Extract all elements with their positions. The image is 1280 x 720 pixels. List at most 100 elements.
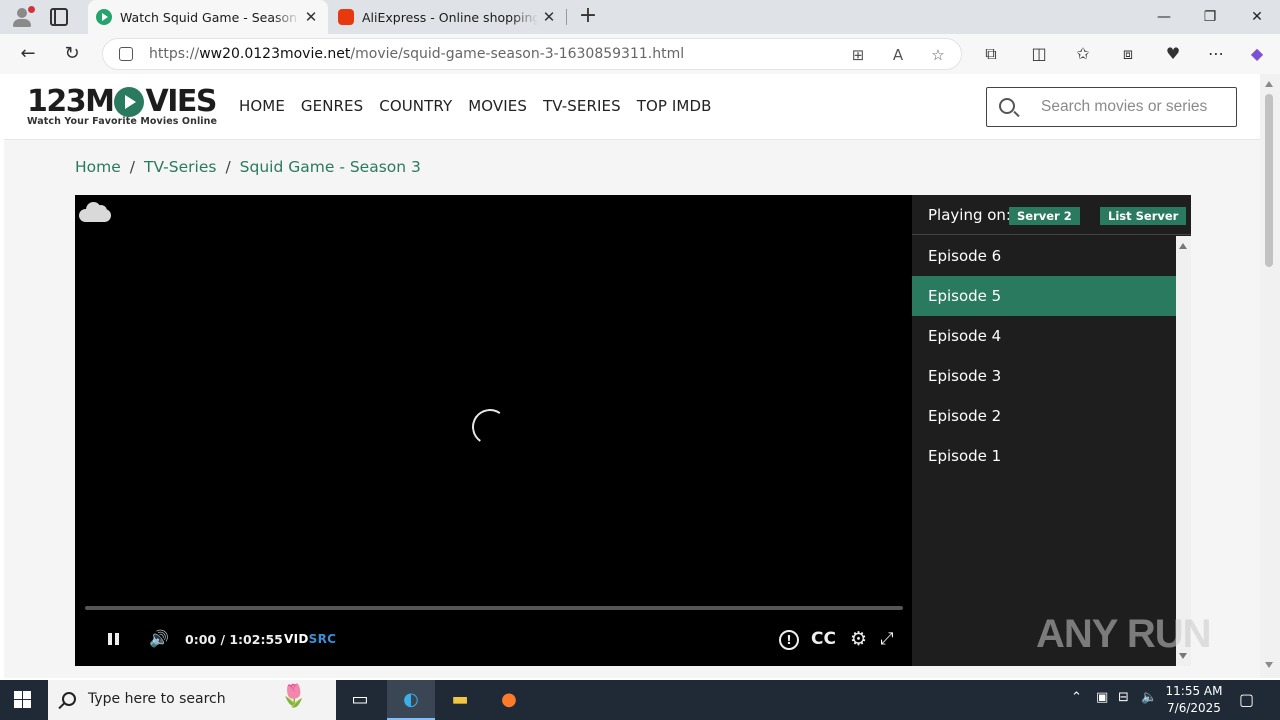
- close-window-button[interactable]: ✕: [1234, 0, 1280, 34]
- report-icon[interactable]: !: [779, 630, 799, 650]
- scroll-down-arrow-icon[interactable]: [1265, 662, 1273, 668]
- system-clock[interactable]: 11:55 AM 7/6/2025: [1160, 683, 1228, 717]
- tab-actions-icon[interactable]: [50, 8, 68, 26]
- current-server-badge: Server 2: [1009, 207, 1080, 225]
- browser-tab-inactive[interactable]: AliExpress - Online shopping for e ✕: [330, 0, 566, 34]
- collections-icon[interactable]: ⧈: [1117, 43, 1139, 65]
- menu-home[interactable]: HOME: [239, 97, 285, 115]
- cloud-icon[interactable]: [79, 201, 111, 222]
- episode-item-active[interactable]: Episode 5: [912, 276, 1176, 316]
- restore-button[interactable]: ❐: [1187, 0, 1233, 34]
- taskbar-search-box[interactable]: Type here to search 🌷: [48, 680, 336, 720]
- scrollbar-thumb[interactable]: [1265, 94, 1273, 267]
- breadcrumb-home[interactable]: Home: [75, 158, 121, 176]
- browser-essentials-icon[interactable]: ♥: [1162, 43, 1184, 65]
- menu-top-imdb[interactable]: TOP IMDB: [637, 97, 712, 115]
- logo-text: VIES: [145, 84, 217, 119]
- vidsrc-brand: VIDSRC: [284, 632, 337, 646]
- loading-spinner-icon: [469, 406, 511, 448]
- main-menu: HOME GENRES COUNTRY MOVIES TV-SERIES TOP…: [239, 97, 728, 115]
- site-info-icon[interactable]: [119, 47, 133, 61]
- logo-play-icon: [114, 87, 145, 117]
- menu-tv-series[interactable]: TV-SERIES: [543, 97, 621, 115]
- episode-list: Episode 6 Episode 5 Episode 4 Episode 3 …: [912, 236, 1176, 476]
- episode-list-scrollbar[interactable]: [1176, 236, 1191, 666]
- time-display: 0:00 / 1:02:55: [185, 632, 283, 647]
- breadcrumb-current[interactable]: Squid Game - Season 3: [240, 158, 421, 176]
- close-tab-icon[interactable]: ✕: [538, 8, 560, 26]
- playing-on-label: Playing on:: [928, 206, 1011, 224]
- video-player[interactable]: 🔊 0:00 / 1:02:55 VIDSRC ! CC ⚙ ⤢: [75, 195, 912, 666]
- split-screen-icon[interactable]: ◫: [1028, 43, 1050, 65]
- episode-panel-header: Playing on: Server 2 List Server: [912, 195, 1191, 235]
- refresh-button[interactable]: ↻: [60, 42, 84, 66]
- search-icon: [62, 692, 76, 706]
- favorite-star-icon[interactable]: ☆: [929, 46, 947, 64]
- logo-text: 123M: [27, 84, 115, 119]
- clock-date: 7/6/2025: [1167, 701, 1221, 715]
- site-search-box: [986, 87, 1237, 127]
- app-available-icon[interactable]: ⊞: [849, 46, 867, 64]
- extensions-icon[interactable]: ⧉: [980, 43, 1002, 65]
- close-tab-icon[interactable]: ✕: [300, 8, 322, 26]
- tab-separator: [566, 9, 567, 25]
- notifications-icon[interactable]: ▢: [1239, 690, 1254, 709]
- more-options-icon[interactable]: ⋯: [1205, 43, 1227, 65]
- browser-tab-active[interactable]: Watch Squid Game - Season 3 For ✕: [88, 0, 328, 34]
- search-icon[interactable]: [999, 98, 1015, 114]
- profile-icon[interactable]: [10, 5, 35, 29]
- task-view-icon[interactable]: ▭: [336, 680, 384, 720]
- episode-item[interactable]: Episode 1: [912, 436, 1176, 476]
- new-tab-button[interactable]: +: [576, 4, 600, 28]
- menu-genres[interactable]: GENRES: [301, 97, 363, 115]
- menu-movies[interactable]: MOVIES: [468, 97, 527, 115]
- volume-tray-icon[interactable]: 🔈: [1141, 690, 1157, 705]
- seek-bar[interactable]: [85, 606, 903, 610]
- favorites-icon[interactable]: ✩: [1072, 43, 1094, 65]
- episode-item[interactable]: Episode 4: [912, 316, 1176, 356]
- clock-time: 11:55 AM: [1165, 684, 1223, 698]
- browser-tab-strip: Watch Squid Game - Season 3 For ✕ AliExp…: [0, 0, 1280, 34]
- breadcrumb-tv-series[interactable]: TV-Series: [144, 158, 216, 176]
- menu-country[interactable]: COUNTRY: [379, 97, 452, 115]
- windows-taskbar: Type here to search 🌷 ▭ ◐ ▬ ● ⌃ ▣ ⊟ 🔈 11…: [0, 680, 1280, 720]
- minimize-button[interactable]: —: [1141, 0, 1187, 34]
- firefox-taskbar-icon[interactable]: ●: [485, 680, 533, 720]
- copilot-icon[interactable]: ◆: [1246, 43, 1268, 65]
- settings-gear-icon[interactable]: ⚙: [850, 628, 867, 650]
- edge-taskbar-icon[interactable]: ◐: [387, 680, 435, 720]
- file-explorer-icon[interactable]: ▬: [436, 680, 484, 720]
- url-text[interactable]: https://ww20.0123movie.net/movie/squid-g…: [149, 46, 684, 62]
- windows-start-icon[interactable]: [14, 691, 32, 709]
- episode-item[interactable]: Episode 2: [912, 396, 1176, 436]
- device-icon[interactable]: ▣: [1096, 690, 1108, 705]
- breadcrumb-separator: /: [225, 158, 231, 176]
- breadcrumb-separator: /: [129, 158, 136, 176]
- tab-title: Watch Squid Game - Season 3 For: [120, 9, 300, 25]
- site-logo[interactable]: 123M VIES Watch Your Favorite Movies Onli…: [27, 84, 218, 128]
- address-bar[interactable]: https://ww20.0123movie.net/movie/squid-g…: [102, 38, 962, 70]
- pause-button[interactable]: [107, 631, 121, 647]
- episode-panel: Playing on: Server 2 List Server Episode…: [912, 195, 1191, 666]
- volume-icon[interactable]: 🔊: [149, 631, 169, 647]
- back-button[interactable]: ←: [16, 42, 40, 66]
- episode-item[interactable]: Episode 6: [912, 236, 1176, 276]
- read-aloud-icon[interactable]: A: [889, 46, 907, 64]
- network-icon[interactable]: ⊟: [1118, 690, 1129, 705]
- scroll-up-arrow-icon[interactable]: [1265, 81, 1273, 87]
- captions-button[interactable]: CC: [811, 629, 836, 649]
- aliexpress-favicon-icon: [338, 9, 354, 25]
- browser-toolbar: ← ↻ https://ww20.0123movie.net/movie/squ…: [0, 34, 1280, 74]
- fullscreen-icon[interactable]: ⤢: [880, 629, 894, 649]
- logo-tagline: Watch Your Favorite Movies Online: [27, 116, 218, 127]
- episode-item[interactable]: Episode 3: [912, 356, 1176, 396]
- list-server-button[interactable]: List Server: [1100, 207, 1187, 225]
- page-scrollbar[interactable]: [1260, 74, 1280, 678]
- taskbar-search-placeholder: Type here to search: [88, 691, 226, 707]
- search-highlight-flowers-icon: 🌷: [280, 684, 308, 709]
- show-hidden-icons-icon[interactable]: ⌃: [1071, 690, 1082, 705]
- site-header: 123M VIES Watch Your Favorite Movies Onli…: [4, 74, 1260, 140]
- search-input[interactable]: [1041, 97, 1226, 117]
- tab-title: AliExpress - Online shopping for e: [362, 9, 538, 25]
- scroll-up-arrow-icon[interactable]: [1179, 243, 1187, 249]
